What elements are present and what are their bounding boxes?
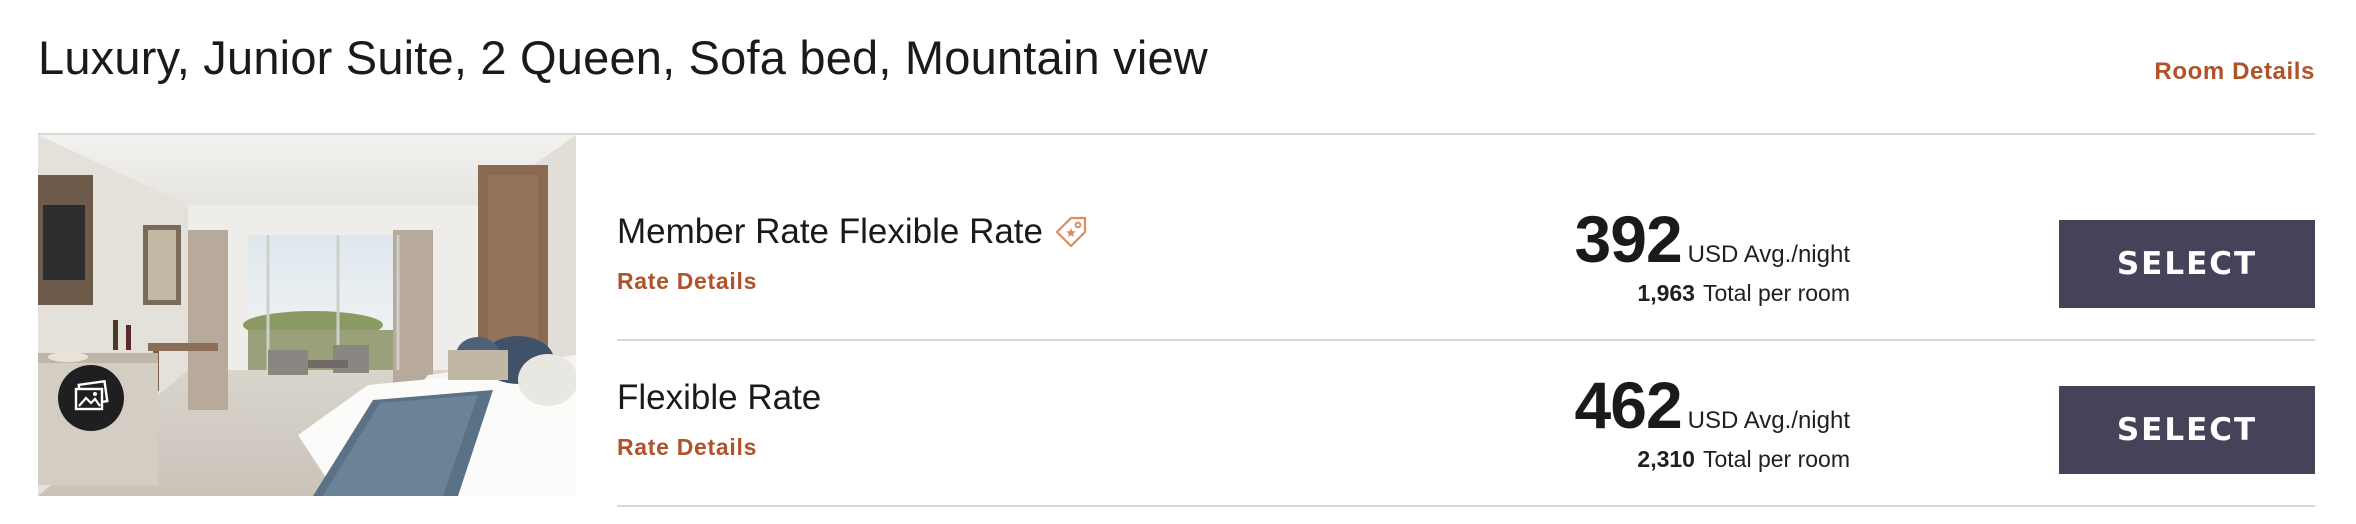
room-details-link[interactable]: Room Details — [2154, 58, 2315, 86]
room-title: Luxury, Junior Suite, 2 Queen, Sofa bed,… — [38, 31, 1208, 84]
rate-name: Member Rate Flexible Rate — [617, 212, 1089, 252]
gallery-icon — [73, 379, 109, 417]
member-tag-icon — [1053, 214, 1089, 250]
price-block: 462 USD Avg./night 2,310 Total per room — [1575, 372, 1850, 473]
select-button[interactable]: SELECT — [2059, 386, 2315, 474]
total-price-label: Total per room — [1702, 280, 1850, 306]
rate-name-text: Flexible Rate — [617, 378, 822, 417]
rate-name: Flexible Rate — [617, 378, 821, 418]
avg-price-label: USD Avg./night — [1687, 407, 1850, 434]
avg-price: 392 — [1574, 202, 1683, 276]
gallery-button[interactable] — [58, 365, 124, 431]
total-price-label: Total per room — [1702, 446, 1850, 472]
rate-row: Flexible Rate Rate Details 462 USD Avg./… — [617, 342, 2315, 507]
room-photo[interactable] — [38, 135, 576, 496]
total-price: 2,310 — [1637, 446, 1695, 472]
room-photo-image — [38, 135, 576, 496]
avg-price-label: USD Avg./night — [1687, 241, 1850, 268]
rate-details-link[interactable]: Rate Details — [617, 268, 757, 295]
row-divider — [617, 505, 2315, 507]
rate-details-link[interactable]: Rate Details — [617, 434, 757, 461]
select-button[interactable]: SELECT — [2059, 220, 2315, 308]
rate-row: Member Rate Flexible Rate Rate Details 3… — [617, 176, 2315, 341]
total-price: 1,963 — [1637, 280, 1695, 306]
price-block: 392 USD Avg./night 1,963 Total per room — [1575, 206, 1850, 307]
rate-name-text: Member Rate Flexible Rate — [617, 212, 1043, 251]
avg-price: 462 — [1574, 368, 1683, 442]
row-divider — [617, 339, 2315, 341]
